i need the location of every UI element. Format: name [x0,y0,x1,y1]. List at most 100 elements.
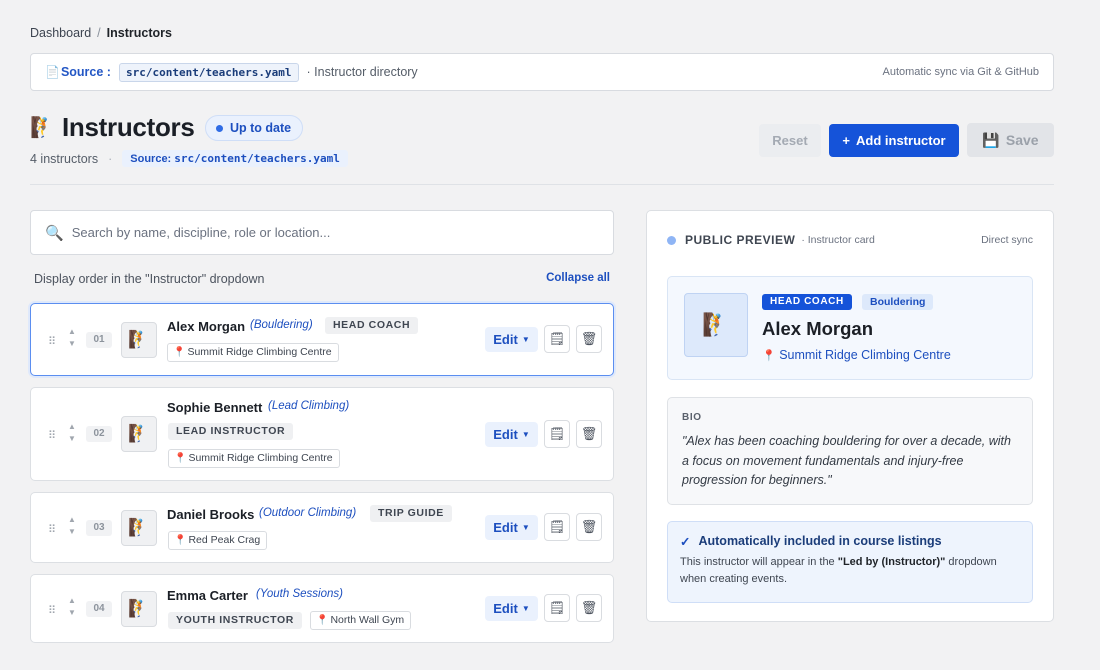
notes-button[interactable]: 🗒 [544,420,570,448]
climber-icon: 🧗 [30,117,55,139]
move-down-icon[interactable]: ▼ [67,607,77,619]
bio-label: BIO [682,412,702,423]
notes-button[interactable]: 🗒 [544,513,570,541]
role-badge: YOUTH INSTRUCTOR [168,612,302,629]
drag-handle-icon[interactable]: ⠿ [48,429,56,442]
notepad-icon: 🗒 [548,600,566,615]
instructor-card[interactable]: ⠿ ▲ ▼ 04 🧗 Emma Carter (Youth Sessions) Y… [30,574,614,643]
move-up-icon[interactable]: ▲ [67,326,77,338]
delete-button[interactable]: 🗑 [576,594,602,622]
source-path: src/content/teachers.yaml [118,62,299,82]
public-preview-panel: PUBLIC PREVIEW · Instructor card Direct … [646,210,1054,622]
preview-name: Alex Morgan [762,318,874,339]
location-chip: 📍 Summit Ridge Climbing Centre [168,449,340,468]
move-up-icon[interactable]: ▲ [67,595,77,607]
save-button[interactable]: 💾 Save [967,123,1054,157]
order-number: 01 [86,332,112,348]
location-chip: 📍 North Wall Gym [310,611,412,630]
add-instructor-button[interactable]: + Add instructor [829,124,959,157]
header-divider [30,184,1054,185]
move-up-icon[interactable]: ▲ [67,421,77,433]
location-text: North Wall Gym [330,614,405,626]
instructor-card[interactable]: ⠿ ▲ ▼ 03 🧗 Daniel Brooks (Outdoor Climbin… [30,492,614,563]
header-source-path: src/content/teachers.yaml [174,152,340,165]
delete-button[interactable]: 🗑 [576,325,602,353]
sync-text: Automatic sync via Git & GitHub [882,66,1040,78]
move-up-icon[interactable]: ▲ [67,514,77,526]
notice-body: This instructor will appear in the "Led … [680,554,1020,587]
edit-button[interactable]: Edit ▼ [485,422,538,447]
preview-role-badge: HEAD COACH [762,294,852,310]
edit-button[interactable]: Edit ▼ [485,515,538,540]
instructor-name: Daniel Brooks [167,507,255,522]
instructor-discipline: (Outdoor Climbing) [259,507,357,519]
location-text: Summit Ridge Climbing Centre [188,452,333,464]
order-number: 04 [86,601,112,617]
trash-icon: 🗑 [580,519,598,534]
preview-header: PUBLIC PREVIEW · Instructor card Direct … [667,233,1033,247]
preview-location: 📍 Summit Ridge Climbing Centre [762,348,951,362]
preview-dot-icon [667,235,676,245]
document-icon: 📄 [45,65,60,79]
search-box: 🔍 [30,210,614,255]
breadcrumb-separator: / [97,26,101,40]
move-down-icon[interactable]: ▼ [67,433,77,445]
pin-icon: 📍 [762,350,776,362]
reorder-arrows: ▲ ▼ [67,326,77,350]
bio-text: "Alex has been coaching bouldering for o… [682,434,1011,487]
plus-icon: + [842,133,851,148]
role-badge: LEAD INSTRUCTOR [168,423,294,440]
notes-button[interactable]: 🗒 [544,594,570,622]
instructor-card[interactable]: ⠿ ▲ ▼ 02 🧗 Sophie Bennett (Lead Climbing)… [30,387,614,481]
reset-button[interactable]: Reset [759,124,821,157]
drag-handle-icon[interactable]: ⠿ [48,335,56,348]
preview-sync: Direct sync [981,234,1033,246]
edit-label: Edit [493,520,518,535]
move-down-icon[interactable]: ▼ [67,526,77,538]
move-down-icon[interactable]: ▼ [67,338,77,350]
drag-handle-icon[interactable]: ⠿ [48,523,56,536]
collapse-all-link[interactable]: Collapse all [546,272,610,286]
location-chip: 📍 Red Peak Crag [168,531,268,550]
notice-body-bold: "Led by (Instructor)" [837,556,946,568]
source-label: Source : [60,65,111,79]
page-title: Instructors [62,112,195,142]
avatar: 🧗 [121,591,157,627]
location-text: Red Peak Crag [188,534,261,546]
role-badge: HEAD COACH [325,317,419,334]
instructor-discipline: (Youth Sessions) [256,588,343,600]
notes-button[interactable]: 🗒 [544,325,570,353]
edit-button[interactable]: Edit ▼ [485,327,538,352]
notepad-icon: 🗒 [548,519,566,534]
trash-icon: 🗑 [580,600,598,615]
caret-down-icon: ▼ [521,430,530,439]
trash-icon: 🗑 [580,331,598,346]
trash-icon: 🗑 [580,426,598,441]
header-source-chip: Source: src/content/teachers.yaml [122,150,348,167]
breadcrumb-dashboard-link[interactable]: Dashboard [30,26,91,40]
climber-icon: 🧗 [128,424,150,443]
delete-button[interactable]: 🗑 [576,420,602,448]
preview-avatar: 🧗 [684,293,748,357]
instructor-discipline: (Bouldering) [250,319,313,331]
drag-handle-icon[interactable]: ⠿ [48,604,56,617]
avatar: 🧗 [121,510,157,546]
preview-bio: BIO "Alex has been coaching bouldering f… [667,397,1033,505]
reorder-arrows: ▲ ▼ [67,595,77,619]
search-input[interactable] [71,225,599,240]
reorder-arrows: ▲ ▼ [67,514,77,538]
order-number: 02 [86,426,112,442]
location-chip: 📍 Summit Ridge Climbing Centre [167,343,339,362]
listing-notice: ✓ Automatically included in course listi… [667,521,1033,603]
delete-button[interactable]: 🗑 [576,513,602,541]
source-description: · Instructor directory [306,65,418,79]
instructor-card[interactable]: ⠿ ▲ ▼ 01 🧗 Alex Morgan (Bouldering) HEAD … [30,303,614,376]
edit-button[interactable]: Edit ▼ [485,596,538,621]
breadcrumb-current: Instructors [106,26,172,40]
reorder-arrows: ▲ ▼ [67,421,77,445]
pin-icon: 📍 [316,615,329,626]
edit-label: Edit [493,332,518,347]
source-bar: 📄 Source : src/content/teachers.yaml · I… [30,53,1054,91]
instructor-preview-card: 🧗 HEAD COACH Bouldering Alex Morgan 📍 Su… [667,276,1033,380]
status-badge: Up to date [205,115,304,141]
